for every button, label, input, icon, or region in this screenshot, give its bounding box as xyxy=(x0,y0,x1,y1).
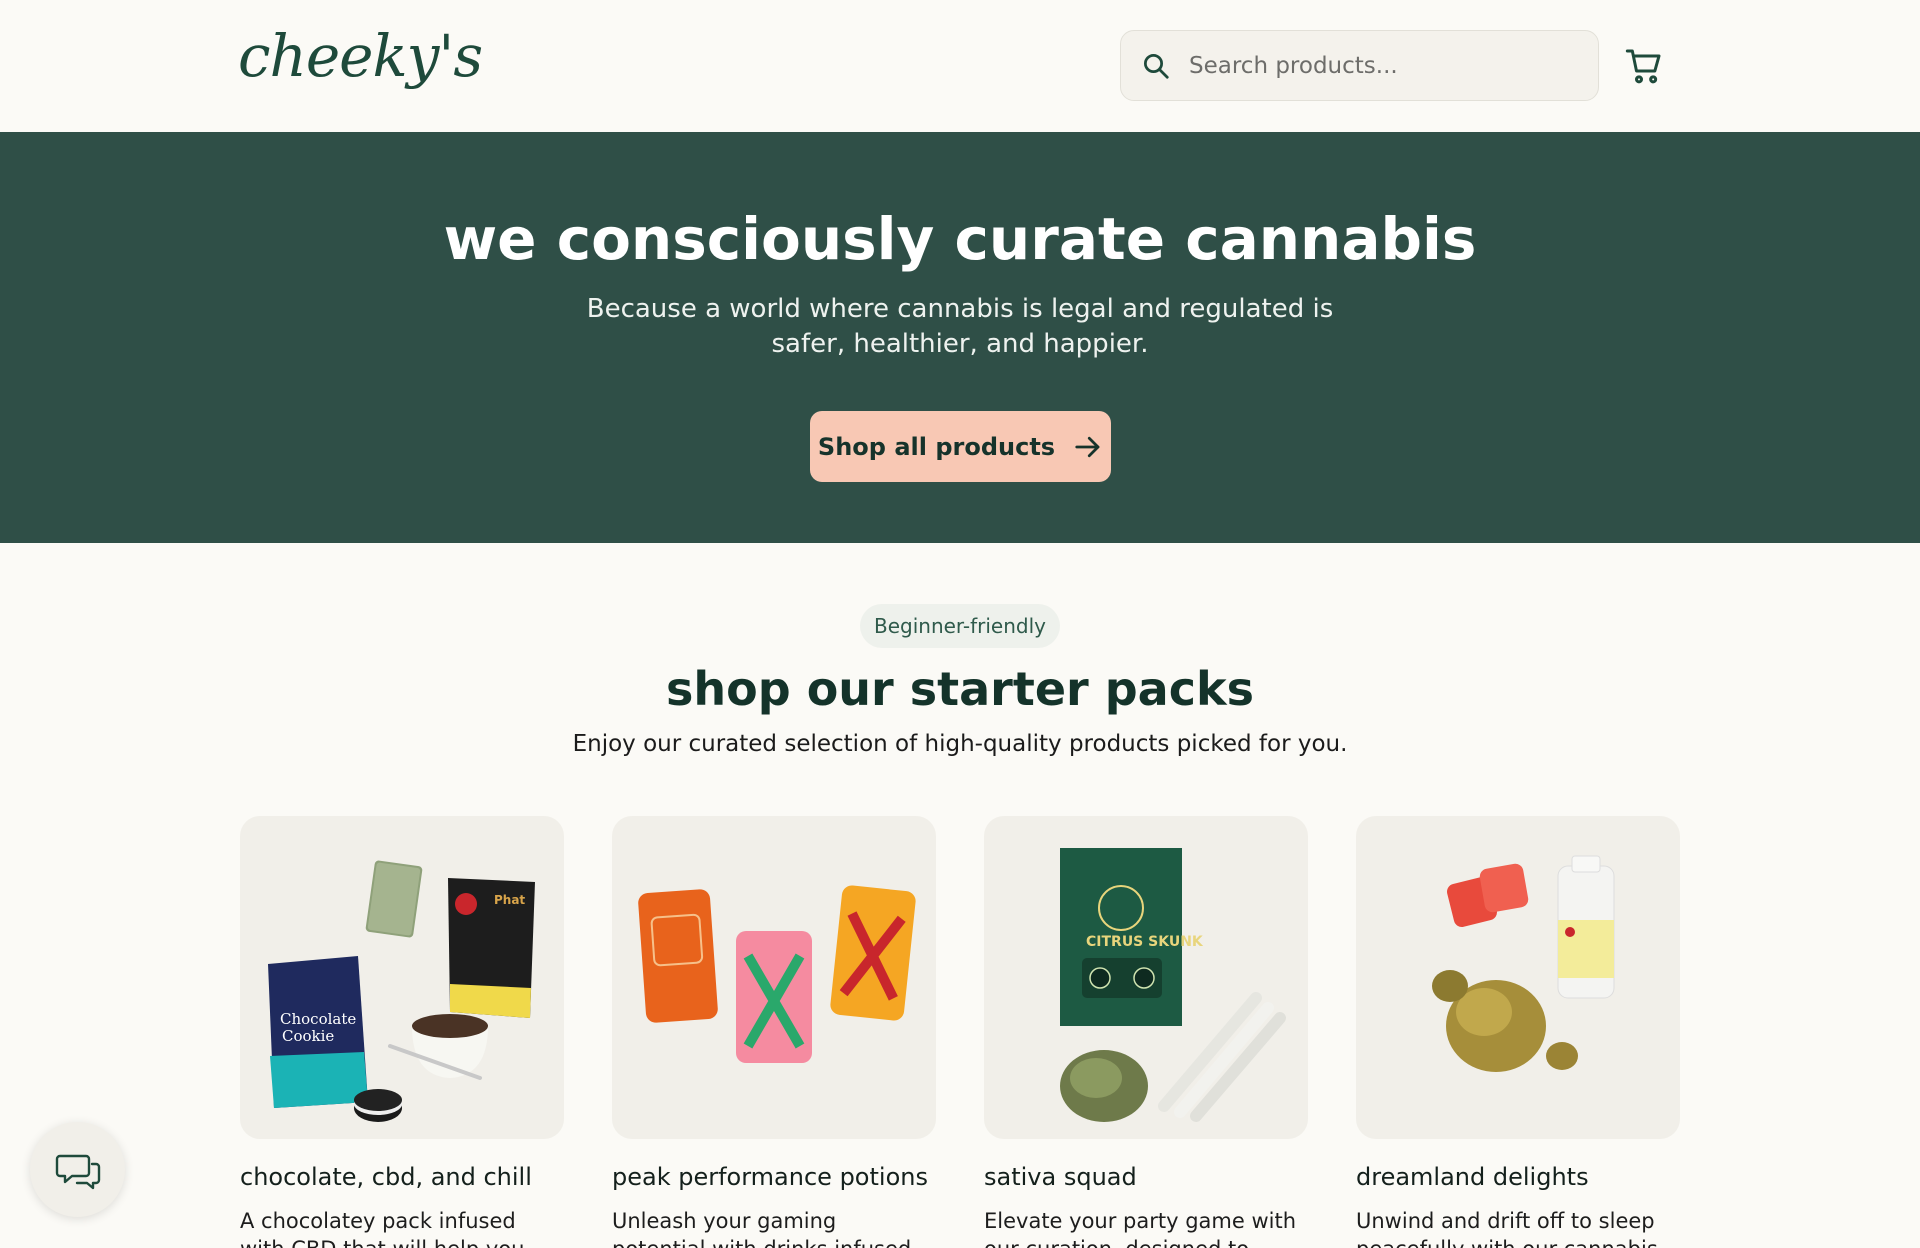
brand-logo[interactable]: cheeky's xyxy=(238,22,483,90)
svg-text:Cookie: Cookie xyxy=(282,1027,334,1045)
card-description: Unwind and drift off to sleep peacefully… xyxy=(1356,1209,1658,1248)
arrow-right-icon xyxy=(1075,436,1100,457)
card-title[interactable]: peak performance potions xyxy=(612,1163,928,1191)
card-description: A chocolatey pack infused with CBD that … xyxy=(240,1209,524,1248)
card-title[interactable]: chocolate, cbd, and chill xyxy=(240,1163,532,1191)
card-title[interactable]: sativa squad xyxy=(984,1163,1137,1191)
product-image[interactable] xyxy=(1356,816,1680,1139)
product-image[interactable] xyxy=(612,816,936,1139)
starter-pack-card[interactable]: CITRUS SKUNK sativa squad Elevate your p… xyxy=(984,816,1308,1248)
svg-text:Chocolate: Chocolate xyxy=(280,1010,356,1028)
hero-banner: we consciously curate cannabis Because a… xyxy=(0,132,1920,543)
site-header: cheeky's xyxy=(0,0,1920,132)
section-subtitle: Enjoy our curated selection of high-qual… xyxy=(572,731,1348,757)
search-icon xyxy=(1144,53,1169,79)
starter-pack-card[interactable]: Phat Chocolate Cookie chocolate, cbd, an… xyxy=(240,816,564,1248)
cart-icon[interactable] xyxy=(1624,46,1664,86)
starter-pack-card[interactable]: dreamland delights Unwind and drift off … xyxy=(1356,816,1680,1248)
card-title[interactable]: dreamland delights xyxy=(1356,1163,1589,1191)
shop-all-products-button[interactable]: Shop all products xyxy=(810,411,1111,482)
chat-bubbles-icon xyxy=(55,1154,100,1189)
product-image[interactable]: CITRUS SKUNK xyxy=(984,816,1308,1139)
shop-all-products-label: Shop all products xyxy=(817,432,1056,461)
hero-subtitle: Because a world where cannabis is legal … xyxy=(586,294,1334,359)
beginner-friendly-badge: Beginner-friendly xyxy=(860,604,1060,648)
chat-launcher-button[interactable] xyxy=(30,1122,125,1217)
search-input[interactable] xyxy=(1189,52,1569,79)
svg-text:CITRUS SKUNK: CITRUS SKUNK xyxy=(1086,934,1204,950)
svg-text:Phat: Phat xyxy=(494,893,525,907)
card-description: Unleash your gaming potential with drink… xyxy=(612,1209,911,1248)
section-title: shop our starter packs xyxy=(666,662,1254,716)
search-box[interactable] xyxy=(1120,30,1599,101)
product-image[interactable]: Phat Chocolate Cookie xyxy=(240,816,564,1139)
hero-title: we consciously curate cannabis xyxy=(443,205,1477,273)
starter-pack-card[interactable]: peak performance potions Unleash your ga… xyxy=(612,816,936,1248)
card-description: Elevate your party game with our curatio… xyxy=(984,1209,1297,1248)
